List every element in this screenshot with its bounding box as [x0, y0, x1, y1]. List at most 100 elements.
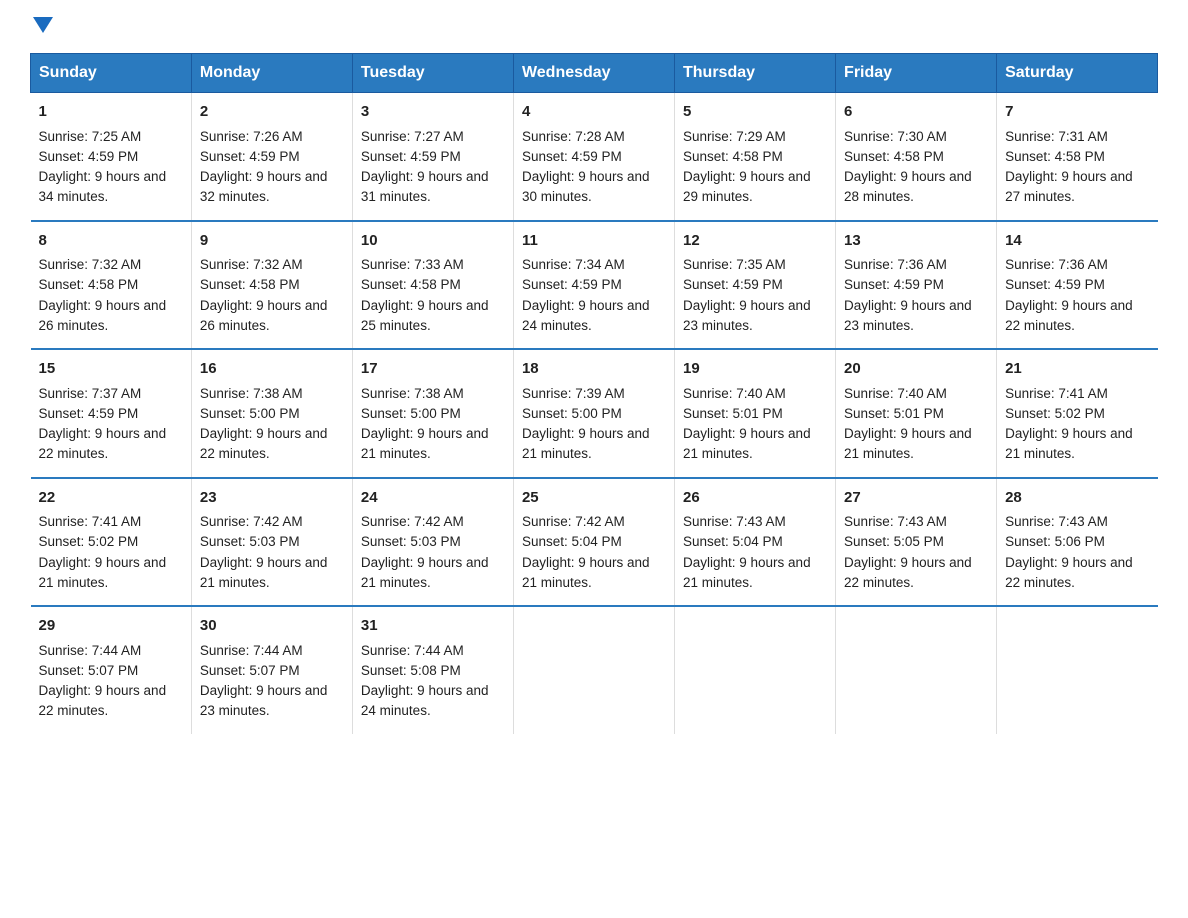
daylight-text: Daylight: 9 hours and 26 minutes. [39, 298, 167, 333]
sunset-text: Sunset: 4:59 PM [361, 149, 461, 164]
daylight-text: Daylight: 9 hours and 23 minutes. [683, 298, 811, 333]
sunrise-text: Sunrise: 7:40 AM [683, 386, 786, 401]
calendar-cell: 13Sunrise: 7:36 AMSunset: 4:59 PMDayligh… [836, 221, 997, 350]
calendar-cell: 21Sunrise: 7:41 AMSunset: 5:02 PMDayligh… [997, 349, 1158, 478]
daylight-text: Daylight: 9 hours and 24 minutes. [522, 298, 650, 333]
daylight-text: Daylight: 9 hours and 21 minutes. [39, 555, 167, 590]
sunset-text: Sunset: 4:59 PM [39, 406, 139, 421]
sunset-text: Sunset: 5:01 PM [844, 406, 944, 421]
daylight-text: Daylight: 9 hours and 22 minutes. [200, 426, 328, 461]
sunrise-text: Sunrise: 7:44 AM [361, 643, 464, 658]
sunset-text: Sunset: 5:03 PM [361, 534, 461, 549]
sunrise-text: Sunrise: 7:43 AM [683, 514, 786, 529]
calendar-week-row: 29 Sunrise: 7:44 AM Sunset: 5:07 PM Dayligh… [31, 606, 1158, 734]
day-number: 11 [522, 230, 666, 253]
sunset-text: Sunset: 4:58 PM [361, 277, 461, 292]
calendar-cell: 18Sunrise: 7:39 AMSunset: 5:00 PMDayligh… [513, 349, 674, 478]
daylight-text: Daylight: 9 hours and 22 minutes. [1005, 555, 1133, 590]
sunrise-text: Sunrise: 7:35 AM [683, 257, 786, 272]
daylight-text: Daylight: 9 hours and 21 minutes. [683, 426, 811, 461]
sunset-text: Sunset: 5:00 PM [200, 406, 300, 421]
header-wednesday: Wednesday [513, 54, 674, 93]
header-friday: Friday [836, 54, 997, 93]
sunrise-text: Sunrise: 7:44 AM [39, 643, 142, 658]
sunrise-text: Sunrise: 7:42 AM [361, 514, 464, 529]
sunset-text: Sunset: 4:58 PM [200, 277, 300, 292]
sunrise-text: Sunrise: 7:36 AM [1005, 257, 1108, 272]
calendar-cell: 12Sunrise: 7:35 AMSunset: 4:59 PMDayligh… [675, 221, 836, 350]
sunrise-text: Sunrise: 7:43 AM [844, 514, 947, 529]
sunrise-text: Sunrise: 7:42 AM [522, 514, 625, 529]
daylight-text: Daylight: 9 hours and 21 minutes. [522, 426, 650, 461]
sunset-text: Sunset: 4:58 PM [683, 149, 783, 164]
calendar-cell: 9 Sunrise: 7:32 AM Sunset: 4:58 PM Daylight… [191, 221, 352, 350]
daylight-text: Daylight: 9 hours and 27 minutes. [1005, 169, 1133, 204]
sunset-text: Sunset: 5:06 PM [1005, 534, 1105, 549]
sunrise-text: Sunrise: 7:40 AM [844, 386, 947, 401]
day-number: 25 [522, 487, 666, 510]
day-number: 18 [522, 358, 666, 381]
calendar-cell: 29Sunrise: 7:44 AMSunset: 5:07 PMDayligh… [31, 606, 192, 734]
sunrise-text: Sunrise: 7:31 AM [1005, 129, 1108, 144]
logo [30, 20, 53, 33]
sunrise-text: Sunrise: 7:32 AM [200, 257, 303, 272]
sunrise-text: Sunrise: 7:43 AM [1005, 514, 1108, 529]
daylight-text: Daylight: 9 hours and 22 minutes. [39, 426, 167, 461]
day-number: 29 [39, 615, 183, 638]
calendar-cell: 11Sunrise: 7:34 AMSunset: 4:59 PMDayligh… [513, 221, 674, 350]
calendar-week-row: 1Sunrise: 7:25 AMSunset: 4:59 PMDaylight… [31, 93, 1158, 221]
sunset-text: Sunset: 4:58 PM [39, 277, 139, 292]
day-number: 20 [844, 358, 988, 381]
sunset-text: Sunset: 5:02 PM [1005, 406, 1105, 421]
daylight-text: Daylight: 9 hours and 32 minutes. [200, 169, 328, 204]
calendar-week-row: 22Sunrise: 7:41 AMSunset: 5:02 PMDayligh… [31, 478, 1158, 607]
calendar-cell: 28Sunrise: 7:43 AMSunset: 5:06 PMDayligh… [997, 478, 1158, 607]
day-number: 9 [200, 230, 344, 253]
calendar-cell: 30Sunrise: 7:44 AMSunset: 5:07 PMDayligh… [191, 606, 352, 734]
calendar-table: SundayMondayTuesdayWednesdayThursdayFrid… [30, 53, 1158, 734]
day-number: 4 [522, 101, 666, 124]
daylight-text: Daylight: 9 hours and 21 minutes. [361, 555, 489, 590]
sunset-text: Sunset: 5:05 PM [844, 534, 944, 549]
day-number: 3 [361, 101, 505, 124]
sunrise-text: Sunrise: 7:34 AM [522, 257, 625, 272]
calendar-cell [997, 606, 1158, 734]
sunset-text: Sunset: 4:59 PM [522, 149, 622, 164]
sunset-text: Sunset: 4:59 PM [200, 149, 300, 164]
sunset-text: Sunset: 4:59 PM [39, 149, 139, 164]
sunrise-text: Sunrise: 7:41 AM [1005, 386, 1108, 401]
daylight-text: Daylight: 9 hours and 29 minutes. [683, 169, 811, 204]
daylight-text: Daylight: 9 hours and 21 minutes. [361, 426, 489, 461]
sunrise-text: Sunrise: 7:42 AM [200, 514, 303, 529]
calendar-cell: 20 Sunrise: 7:40 AM Sunset: 5:01 PM Dayligh… [836, 349, 997, 478]
sunset-text: Sunset: 4:59 PM [683, 277, 783, 292]
calendar-cell: 26Sunrise: 7:43 AMSunset: 5:04 PMDayligh… [675, 478, 836, 607]
sunrise-text: Sunrise: 7:44 AM [200, 643, 303, 658]
day-number: 26 [683, 487, 827, 510]
sunset-text: Sunset: 5:03 PM [200, 534, 300, 549]
sunset-text: Sunset: 5:07 PM [39, 663, 139, 678]
sunrise-text: Sunrise: 7:32 AM [39, 257, 142, 272]
calendar-cell: 5Sunrise: 7:29 AMSunset: 4:58 PMDaylight… [675, 93, 836, 221]
header-saturday: Saturday [997, 54, 1158, 93]
daylight-text: Daylight: 9 hours and 28 minutes. [844, 169, 972, 204]
calendar-cell [836, 606, 997, 734]
calendar-cell: 25Sunrise: 7:42 AMSunset: 5:04 PMDayligh… [513, 478, 674, 607]
logo-blue-text [30, 20, 53, 33]
daylight-text: Daylight: 9 hours and 21 minutes. [844, 426, 972, 461]
calendar-header-row: SundayMondayTuesdayWednesdayThursdayFrid… [31, 54, 1158, 93]
sunrise-text: Sunrise: 7:33 AM [361, 257, 464, 272]
sunset-text: Sunset: 5:04 PM [522, 534, 622, 549]
sunrise-text: Sunrise: 7:25 AM [39, 129, 142, 144]
day-number: 8 [39, 230, 183, 253]
sunset-text: Sunset: 5:00 PM [522, 406, 622, 421]
daylight-text: Daylight: 9 hours and 21 minutes. [200, 555, 328, 590]
daylight-text: Daylight: 9 hours and 22 minutes. [1005, 298, 1133, 333]
calendar-cell: 14Sunrise: 7:36 AMSunset: 4:59 PMDayligh… [997, 221, 1158, 350]
calendar-cell: 19Sunrise: 7:40 AMSunset: 5:01 PMDayligh… [675, 349, 836, 478]
day-number: 2 [200, 101, 344, 124]
daylight-text: Daylight: 9 hours and 23 minutes. [200, 683, 328, 718]
daylight-text: Daylight: 9 hours and 26 minutes. [200, 298, 328, 333]
calendar-cell: 6Sunrise: 7:30 AMSunset: 4:58 PMDaylight… [836, 93, 997, 221]
daylight-text: Daylight: 9 hours and 22 minutes. [844, 555, 972, 590]
